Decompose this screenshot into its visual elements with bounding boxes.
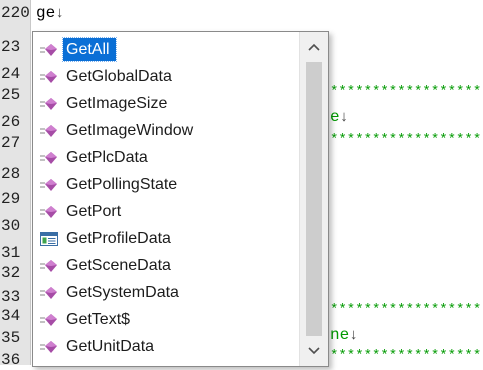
autocomplete-item[interactable]: GetImageSize xyxy=(35,90,297,117)
autocomplete-item-label: GetImageWindow xyxy=(66,122,194,139)
method-icon xyxy=(35,90,63,117)
comment-stars: ******************↓ xyxy=(330,301,483,318)
line-number: 27 xyxy=(1,134,21,152)
autocomplete-item-label: GetGlobalData xyxy=(66,68,172,85)
autocomplete-item-label: GetText$ xyxy=(66,311,131,328)
autocomplete-item[interactable]: GetText$ xyxy=(35,306,297,333)
autocomplete-item-label: GetAll xyxy=(62,37,117,62)
line-number: 25 xyxy=(1,86,21,104)
scroll-down-button[interactable] xyxy=(300,338,328,364)
autocomplete-item-label: GetPollingState xyxy=(66,176,178,193)
method-icon xyxy=(35,198,63,225)
scroll-up-button[interactable] xyxy=(300,34,328,60)
autocomplete-item[interactable]: GetPollingState xyxy=(35,171,297,198)
line-number: 30 xyxy=(1,217,21,235)
autocomplete-item[interactable]: GetSystemData xyxy=(35,279,297,306)
method-icon xyxy=(35,144,63,171)
scrollbar-thumb[interactable] xyxy=(306,62,322,336)
autocomplete-item-label: GetPort xyxy=(66,203,122,220)
autocomplete-item[interactable]: GetGlobalData xyxy=(35,63,297,90)
autocomplete-item[interactable]: GetProfileData xyxy=(35,225,297,252)
class-icon xyxy=(35,225,63,252)
autocomplete-item-label: GetProfileData xyxy=(66,230,171,247)
autocomplete-item[interactable]: GetPort xyxy=(35,198,297,225)
method-icon xyxy=(35,252,63,279)
comment-stars: ******************↓ xyxy=(330,347,483,364)
autocomplete-item-label: GetSystemData xyxy=(66,284,179,301)
line-number-gutter: 220 23 24 25 26 27 28 29 30 31 32 33 34 … xyxy=(0,0,31,365)
current-line[interactable]: ge↓ xyxy=(36,0,64,27)
method-icon xyxy=(35,306,63,333)
autocomplete-item[interactable]: GetSceneData xyxy=(35,252,297,279)
autocomplete-item-label: GetUnitData xyxy=(66,338,155,355)
method-icon xyxy=(35,117,63,144)
chevron-down-icon xyxy=(308,347,320,355)
autocomplete-item[interactable]: GetImageWindow xyxy=(35,117,297,144)
autocomplete-item[interactable]: GetUnitData xyxy=(35,333,297,360)
line-number: 28 xyxy=(1,165,21,183)
method-icon xyxy=(35,63,63,90)
autocomplete-item-label: GetImageSize xyxy=(66,95,168,112)
line-number: 36 xyxy=(1,351,21,365)
line-end-glyph: ↓ xyxy=(55,5,65,22)
method-icon xyxy=(35,333,63,360)
line-number: 220 xyxy=(1,4,30,22)
autocomplete-item-label: GetPlcData xyxy=(66,149,148,166)
autocomplete-item[interactable]: GetAll xyxy=(35,36,297,63)
autocomplete-item-label: GetSceneData xyxy=(66,257,171,274)
line-number: 29 xyxy=(1,190,21,208)
scrollbar[interactable] xyxy=(299,32,328,366)
line-number: 23 xyxy=(1,38,21,56)
method-icon xyxy=(35,171,63,198)
method-icon xyxy=(35,279,63,306)
comment-stars: ******************↓ xyxy=(330,83,483,100)
line-number: 32 xyxy=(1,264,21,282)
chevron-up-icon xyxy=(308,43,320,51)
typed-text: ge xyxy=(36,4,56,22)
method-icon xyxy=(35,36,63,63)
comment-stars: ******************↓ xyxy=(330,131,483,148)
autocomplete-item[interactable]: GetPlcData xyxy=(35,144,297,171)
autocomplete-popup[interactable]: GetAll GetGlobalData GetImageSize GetImageW… xyxy=(32,31,329,367)
